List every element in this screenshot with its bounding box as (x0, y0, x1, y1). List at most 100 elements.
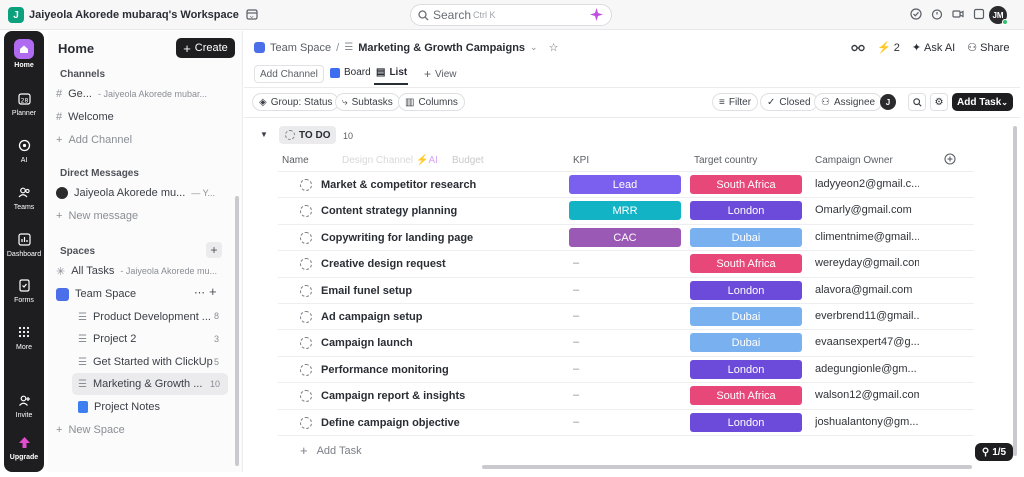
rail-home[interactable]: Home (4, 39, 44, 69)
collapse-group-icon[interactable]: ▼ (260, 130, 268, 139)
closed-button[interactable]: ✓ Closed (760, 93, 818, 111)
dm-item[interactable]: Jaiyeola Akorede mu... — Y... (56, 183, 236, 203)
add-column-icon[interactable] (944, 153, 956, 165)
rail-upgrade[interactable]: Upgrade (4, 433, 44, 461)
sidebar-channel-welcome[interactable]: # Welcome (56, 107, 236, 127)
status-circle-icon[interactable] (300, 285, 312, 297)
ai-sparkle-icon[interactable] (590, 8, 603, 21)
country-pill[interactable]: South Africa (690, 175, 802, 194)
space-add-icon[interactable]: + (209, 284, 217, 299)
owner-email[interactable]: walson12@gmail.com (815, 389, 919, 401)
task-name-cell[interactable]: Content strategy planning (300, 205, 457, 217)
owner-email[interactable]: everbrend11@gmail... (815, 310, 919, 322)
owner-email[interactable]: adegungionle@gm... (815, 363, 919, 375)
column-name[interactable]: Name (282, 155, 309, 166)
column-owner[interactable]: Campaign Owner (815, 155, 893, 166)
kpi-pill[interactable]: MRR (569, 201, 681, 220)
add-channel-tab[interactable]: Add Channel (254, 65, 324, 83)
rail-invite[interactable]: Invite (4, 391, 44, 419)
sidebar-list-item[interactable]: ☰ Get Started with ClickUp (78, 352, 220, 372)
country-pill[interactable]: London (690, 281, 802, 300)
column-budget[interactable]: Budget (452, 155, 484, 166)
status-group-badge[interactable]: TO DO (279, 126, 337, 144)
create-button[interactable]: + Create (176, 38, 235, 58)
owner-email[interactable]: evaansexpert47@g... (815, 336, 919, 348)
subtasks-button[interactable]: ⤷ Subtasks (335, 93, 400, 111)
owner-email[interactable]: Omarly@gmail.com (815, 204, 919, 216)
rail-forms[interactable]: Forms (4, 276, 44, 304)
agents-button[interactable]: ⚡ 2 (877, 41, 900, 55)
kpi-empty[interactable]: – (573, 336, 579, 348)
search-task-button[interactable] (908, 93, 926, 111)
sidebar-list-item[interactable]: ☰ Project 2 (78, 329, 220, 349)
add-task-row[interactable]: + Add Task (300, 443, 362, 458)
country-pill[interactable]: Dubai (690, 228, 802, 247)
country-pill[interactable]: London (690, 413, 802, 432)
owner-email[interactable]: wereyday@gmail.com (815, 257, 919, 269)
glasses-icon[interactable] (851, 43, 865, 53)
owner-email[interactable]: alavora@gmail.com (815, 284, 919, 296)
rail-ai[interactable]: AI (4, 136, 44, 164)
sidebar-project-notes[interactable]: Project Notes (78, 397, 220, 417)
task-name-cell[interactable]: Copywriting for landing page (300, 232, 473, 244)
group-by-button[interactable]: ◈ Group: Status (252, 93, 340, 111)
kpi-empty[interactable]: – (573, 257, 579, 269)
task-name-cell[interactable]: Campaign launch (300, 337, 413, 349)
filter-button[interactable]: ≡ Filter (712, 93, 759, 111)
rail-dashboard[interactable]: Dashboard (4, 230, 44, 258)
country-pill[interactable]: London (690, 360, 802, 379)
check-circle-icon[interactable] (910, 8, 922, 20)
column-kpi[interactable]: KPI (573, 155, 589, 166)
country-pill[interactable]: South Africa (690, 386, 802, 405)
status-circle-icon[interactable] (300, 232, 312, 244)
owner-email[interactable]: joshualantony@gm... (815, 416, 919, 428)
columns-button[interactable]: ▥ Columns (398, 93, 465, 111)
new-message-link[interactable]: + New message (56, 206, 236, 226)
timer-icon[interactable] (931, 8, 943, 20)
star-icon[interactable]: ☆ (549, 41, 559, 54)
add-channel-link[interactable]: + Add Channel (56, 130, 236, 150)
new-space-link[interactable]: + New Space (56, 420, 236, 440)
owner-email[interactable]: climentnime@gmail... (815, 231, 919, 243)
chevron-down-icon[interactable]: ⌄ (530, 42, 538, 53)
country-pill[interactable]: London (690, 201, 802, 220)
task-name-cell[interactable]: Define campaign objective (300, 417, 460, 429)
vertical-scrollbar[interactable] (1013, 126, 1017, 456)
space-more-icon[interactable]: ⋯ (194, 286, 205, 299)
rail-planner[interactable]: 28 Planner (4, 89, 44, 117)
status-circle-icon[interactable] (300, 179, 312, 191)
video-icon[interactable] (952, 8, 964, 20)
task-name-cell[interactable]: Performance monitoring (300, 364, 449, 376)
ask-ai-button[interactable]: ✦ Ask AI (912, 41, 955, 55)
kpi-empty[interactable]: – (573, 416, 579, 428)
sidebar-all-tasks[interactable]: ✳ All Tasks - Jaiyeola Akorede mu... (56, 261, 236, 281)
status-circle-icon[interactable] (300, 417, 312, 429)
status-circle-icon[interactable] (300, 337, 312, 349)
kpi-pill[interactable]: CAC (569, 228, 681, 247)
column-country[interactable]: Target country (694, 155, 757, 166)
country-pill[interactable]: Dubai (690, 307, 802, 326)
task-name-cell[interactable]: Creative design request (300, 258, 446, 270)
breadcrumb-space[interactable]: Team Space (270, 42, 331, 54)
kpi-empty[interactable]: – (573, 363, 579, 375)
kpi-empty[interactable]: – (573, 310, 579, 322)
status-circle-icon[interactable] (300, 311, 312, 323)
kpi-pill[interactable]: Lead (569, 175, 681, 194)
status-circle-icon[interactable] (300, 258, 312, 270)
sidebar-list-item[interactable]: ☰ Product Development ... (78, 307, 220, 327)
share-button[interactable]: ⚇ Share (967, 41, 1009, 55)
assignee-button[interactable]: ⚇ Assignee (814, 93, 883, 111)
apps-grid-icon[interactable] (973, 8, 985, 20)
status-circle-icon[interactable] (300, 205, 312, 217)
task-name-cell[interactable]: Email funel setup (300, 285, 412, 297)
rail-more[interactable]: More (4, 323, 44, 351)
country-pill[interactable]: South Africa (690, 254, 802, 273)
horizontal-scrollbar[interactable] (482, 465, 972, 469)
sidebar-list-item[interactable]: ☰ Marketing & Growth ... (78, 374, 220, 394)
kpi-empty[interactable]: – (573, 389, 579, 401)
calendar-icon[interactable] (246, 8, 258, 20)
owner-email[interactable]: ladyyeon2@gmail.c... (815, 178, 919, 190)
progress-badge[interactable]: ⚲ 1/5 (975, 443, 1013, 461)
settings-button[interactable]: ⚙ (930, 93, 948, 111)
status-circle-icon[interactable] (300, 364, 312, 376)
